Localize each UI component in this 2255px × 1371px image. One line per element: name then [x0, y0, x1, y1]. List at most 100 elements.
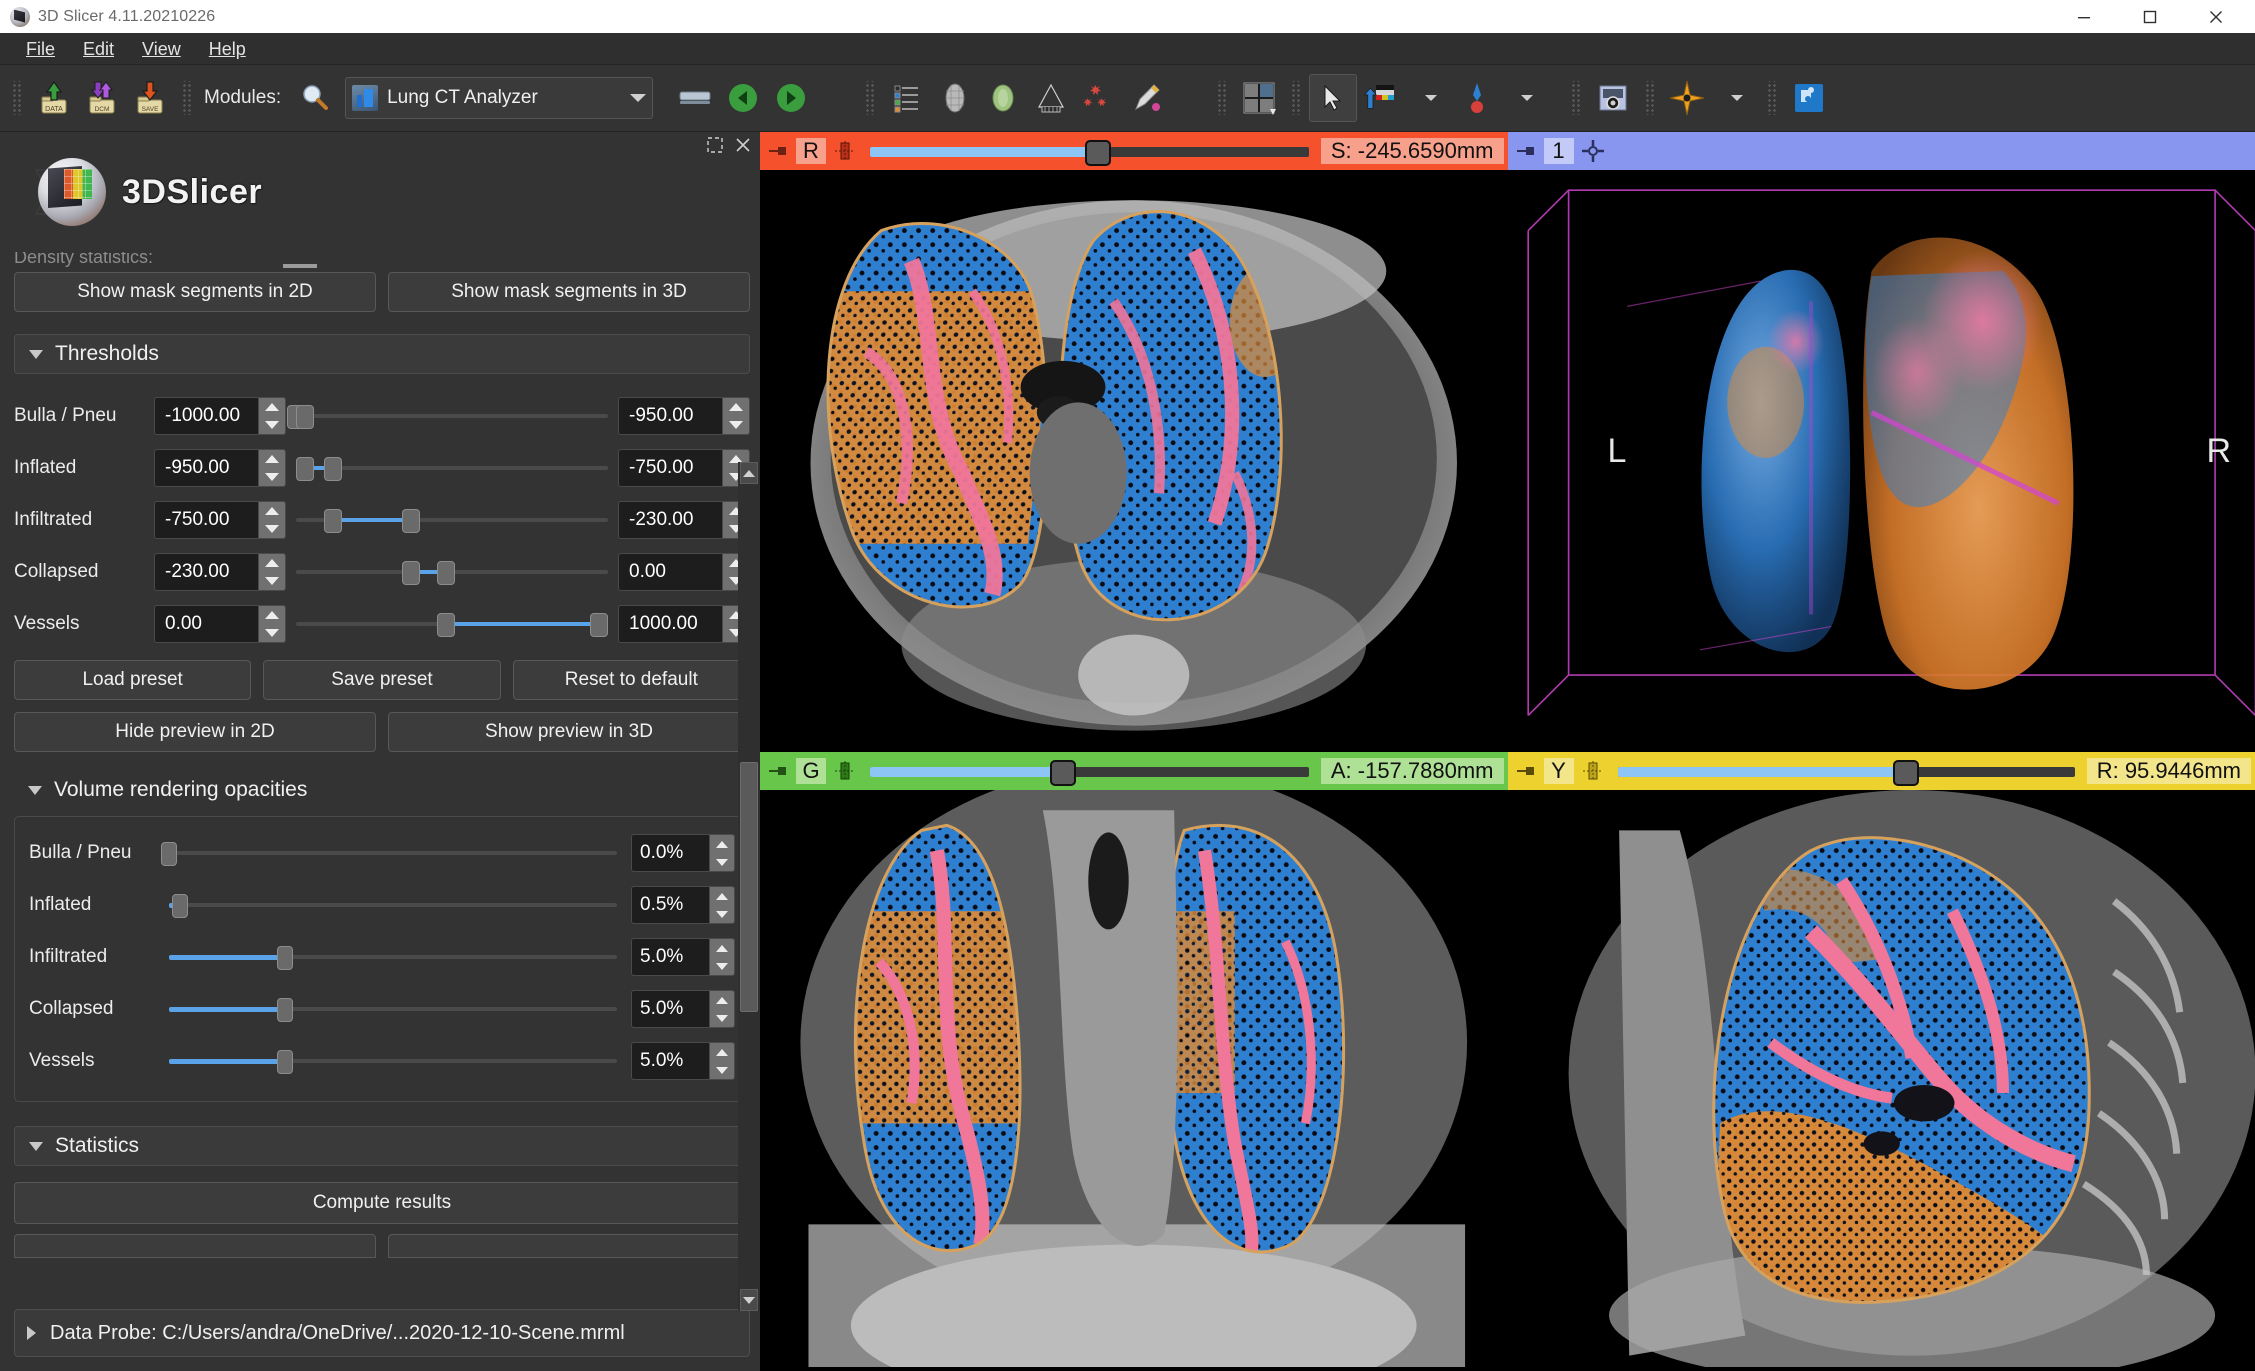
- hide-preview-2d-button[interactable]: Hide preview in 2D: [14, 712, 376, 752]
- threshold-max-spinbox-inflated[interactable]: -750.00: [618, 449, 750, 487]
- spinner-arrows[interactable]: [258, 449, 286, 487]
- menu-file[interactable]: File: [12, 37, 69, 61]
- opacity-slider-inflated[interactable]: [169, 886, 617, 924]
- opacity-slider-collapsed[interactable]: [169, 990, 617, 1028]
- chevron-down-icon[interactable]: [630, 94, 647, 102]
- green-slice-slider[interactable]: [870, 759, 1309, 786]
- markup-dropdown[interactable]: [1501, 74, 1549, 122]
- show-mask-segments-2d-button[interactable]: Show mask segments in 2D: [14, 272, 376, 312]
- data-probe-bar[interactable]: Data Probe: C:/Users/andra/OneDrive/...2…: [14, 1309, 750, 1357]
- spinner-arrows[interactable]: [258, 397, 286, 435]
- menu-edit[interactable]: Edit: [69, 37, 128, 61]
- scroll-up-icon[interactable]: [740, 462, 758, 484]
- extensions-button[interactable]: [671, 74, 719, 122]
- minimize-icon[interactable]: [2051, 0, 2117, 33]
- threshold-range-slider-bulla[interactable]: [287, 397, 608, 435]
- slice-visibility-icon[interactable]: [832, 138, 858, 164]
- volume-rendering-icon[interactable]: [979, 74, 1027, 122]
- threshold-min-spinbox-vessels[interactable]: 0.00: [154, 605, 286, 643]
- spinner-arrows[interactable]: [709, 886, 735, 924]
- close-panel-icon[interactable]: [734, 136, 752, 154]
- threshold-min-spinbox-bulla[interactable]: -1000.00: [154, 397, 286, 435]
- threshold-max-spinbox-vessels[interactable]: 1000.00: [618, 605, 750, 643]
- statistics-button-right[interactable]: [388, 1234, 750, 1258]
- threshold-range-slider-vessels[interactable]: [296, 605, 608, 643]
- close-icon[interactable]: [2183, 0, 2249, 33]
- panel-scrollbar[interactable]: [738, 462, 760, 1311]
- camera-icon[interactable]: [1589, 74, 1637, 122]
- threshold-range-slider-inflated[interactable]: [296, 449, 608, 487]
- opacity-spinbox-infiltrated[interactable]: 5.0%: [631, 938, 735, 976]
- spinner-arrows[interactable]: [709, 990, 735, 1028]
- threshold-range-slider-collapsed[interactable]: [296, 553, 608, 591]
- opacities-section-header[interactable]: Volume rendering opacities: [14, 770, 750, 810]
- threshold-max-spinbox-bulla[interactable]: -950.00: [618, 397, 750, 435]
- toolbar-grip-6[interactable]: [1571, 81, 1582, 115]
- toolbar-grip-3[interactable]: [865, 81, 876, 115]
- slice-visibility-icon[interactable]: [832, 758, 858, 784]
- spinner-arrows[interactable]: [709, 834, 735, 872]
- magnifier-icon[interactable]: [291, 74, 339, 122]
- threshold-min-spinbox-collapsed[interactable]: -230.00: [154, 553, 286, 591]
- toolbar-grip-8[interactable]: [1767, 81, 1778, 115]
- sagittal-ct-image[interactable]: [1507, 789, 2255, 1368]
- statistics-button-left[interactable]: [14, 1234, 376, 1258]
- pin-icon[interactable]: [1512, 758, 1538, 784]
- pin-icon[interactable]: [764, 758, 790, 784]
- pin-icon[interactable]: [1512, 138, 1538, 164]
- opacity-spinbox-collapsed[interactable]: 5.0%: [631, 990, 735, 1028]
- restore-panel-icon[interactable]: [706, 136, 724, 154]
- puzzle-icon[interactable]: [1785, 74, 1833, 122]
- center-view-icon[interactable]: [1580, 138, 1606, 164]
- axial-slice-view[interactable]: R S: -245.6590mm: [760, 132, 1508, 752]
- menu-view[interactable]: View: [128, 37, 195, 61]
- spinner-arrows[interactable]: [722, 397, 750, 435]
- fiducial-pin-icon[interactable]: [1453, 74, 1501, 122]
- module-selector[interactable]: Lung CT Analyzer: [345, 77, 654, 119]
- load-preset-button[interactable]: Load preset: [14, 660, 252, 700]
- scroll-down-icon[interactable]: [740, 1289, 758, 1311]
- pin-icon[interactable]: [764, 138, 790, 164]
- three-d-view[interactable]: 1 L R: [1507, 132, 2255, 752]
- yellow-slice-slider[interactable]: [1617, 759, 2075, 786]
- module-next-button[interactable]: [767, 74, 815, 122]
- spinner-arrows[interactable]: [258, 605, 286, 643]
- opacity-slider-infiltrated[interactable]: [169, 938, 617, 976]
- opacity-spinbox-bulla[interactable]: 0.0%: [631, 834, 735, 872]
- spinner-arrows[interactable]: [258, 553, 286, 591]
- threshold-max-spinbox-collapsed[interactable]: 0.00: [618, 553, 750, 591]
- spinner-arrows[interactable]: [258, 501, 286, 539]
- toolbar-grip-2[interactable]: [182, 81, 192, 115]
- load-dicom-button[interactable]: DCM: [78, 74, 126, 122]
- show-mask-segments-3d-button[interactable]: Show mask segments in 3D: [388, 272, 750, 312]
- threshold-max-spinbox-infiltrated[interactable]: -230.00: [618, 501, 750, 539]
- colors-dropdown[interactable]: [1405, 74, 1453, 122]
- toolbar-grip[interactable]: [12, 81, 22, 115]
- save-preset-button[interactable]: Save preset: [263, 660, 501, 700]
- opacity-spinbox-inflated[interactable]: 0.5%: [631, 886, 735, 924]
- reset-to-default-button[interactable]: Reset to default: [512, 660, 750, 700]
- compute-results-button[interactable]: Compute results: [14, 1182, 750, 1224]
- axial-ct-image[interactable]: [760, 170, 1508, 748]
- save-data-button[interactable]: SAVE: [126, 74, 174, 122]
- coronal-slice-view[interactable]: G A: -157.7880mm: [760, 751, 1508, 1371]
- coronal-ct-image[interactable]: [760, 789, 1508, 1368]
- models-icon[interactable]: [1027, 74, 1075, 122]
- scrollbar-thumb[interactable]: [740, 762, 758, 1012]
- toolbar-grip-7[interactable]: [1645, 81, 1656, 115]
- slice-visibility-icon[interactable]: [1580, 758, 1606, 784]
- color-bar-icon[interactable]: [1357, 74, 1405, 122]
- show-preview-3d-button[interactable]: Show preview in 3D: [388, 712, 750, 752]
- crosshair-icon[interactable]: [1663, 74, 1711, 122]
- thresholds-section-header[interactable]: Thresholds: [14, 334, 750, 374]
- threshold-range-slider-infiltrated[interactable]: [296, 501, 608, 539]
- load-data-button[interactable]: DATA: [30, 74, 78, 122]
- toolbar-grip-5[interactable]: [1291, 81, 1302, 115]
- opacity-slider-bulla[interactable]: [161, 834, 617, 872]
- threshold-min-spinbox-inflated[interactable]: -950.00: [154, 449, 286, 487]
- red-slice-slider[interactable]: [870, 139, 1309, 166]
- spinner-arrows[interactable]: [709, 1042, 735, 1080]
- data-tree-icon[interactable]: [883, 74, 931, 122]
- markups-pencil-icon[interactable]: [1123, 74, 1171, 122]
- toolbar-grip-4[interactable]: [1217, 81, 1228, 115]
